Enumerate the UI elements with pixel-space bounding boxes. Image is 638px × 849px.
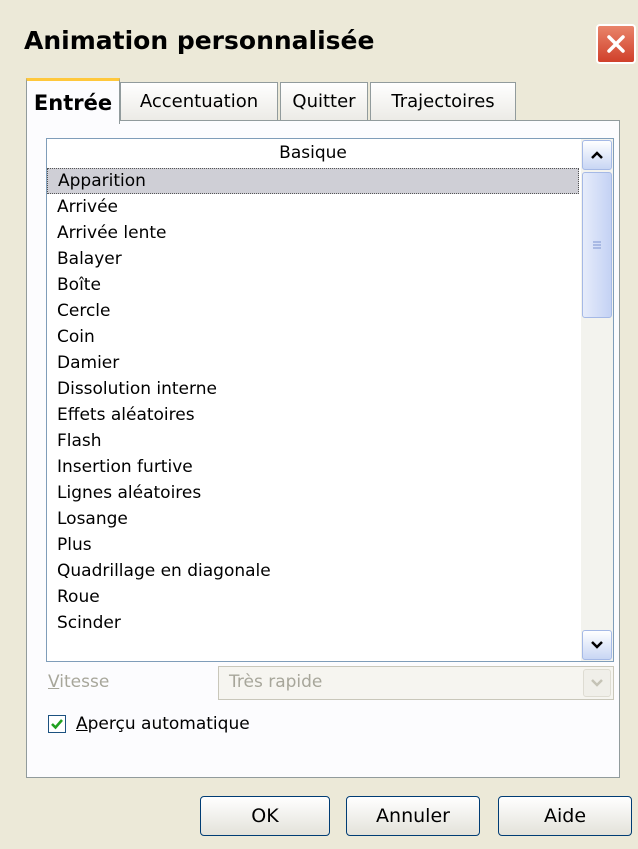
speed-dropdown-button[interactable] xyxy=(583,669,611,697)
tab-label: Trajectoires xyxy=(391,91,495,112)
grip-icon xyxy=(593,241,601,249)
auto-preview-label-accel: A xyxy=(76,714,88,734)
list-item-dissolution-interne[interactable]: Dissolution interne xyxy=(47,376,579,402)
tab-entree[interactable]: Entrée xyxy=(26,78,120,124)
effects-listbox[interactable]: Basique Apparition Arrivée Arrivée lente… xyxy=(46,138,614,662)
list-item-scinder[interactable]: Scinder xyxy=(47,610,579,636)
list-item-apparition[interactable]: Apparition xyxy=(47,168,579,194)
list-item-effets-aleatoires[interactable]: Effets aléatoires xyxy=(47,402,579,428)
speed-label: Vitesse xyxy=(48,672,109,692)
list-item-quadrillage-en-diagonale[interactable]: Quadrillage en diagonale xyxy=(47,558,579,584)
list-group-header: Basique xyxy=(279,143,347,163)
list-scrollbar[interactable] xyxy=(581,139,613,661)
scroll-down-button[interactable] xyxy=(582,630,612,660)
cancel-button-label: Annuler xyxy=(376,805,450,827)
speed-select[interactable]: Très rapide xyxy=(218,666,614,700)
list-item-damier[interactable]: Damier xyxy=(47,350,579,376)
speed-value: Très rapide xyxy=(229,672,323,692)
chevron-down-icon xyxy=(591,641,603,649)
list-item-boite[interactable]: Boîte xyxy=(47,272,579,298)
cancel-button[interactable]: Annuler xyxy=(346,796,480,836)
list-item-losange[interactable]: Losange xyxy=(47,506,579,532)
list-item-roue[interactable]: Roue xyxy=(47,584,579,610)
title-bar[interactable]: Animation personnalisée xyxy=(0,0,638,82)
auto-preview-label-rest: perçu automatique xyxy=(87,714,250,734)
auto-preview-label: Aperçu automatique xyxy=(76,714,250,734)
tab-label: Entrée xyxy=(33,90,113,115)
close-button[interactable] xyxy=(596,24,636,64)
tab-label: Accentuation xyxy=(139,91,259,112)
list-item-lignes-aleatoires[interactable]: Lignes aléatoires xyxy=(47,480,579,506)
list-item-cercle[interactable]: Cercle xyxy=(47,298,579,324)
auto-preview-row[interactable]: Aperçu automatique xyxy=(48,712,250,736)
tab-trajectoires[interactable]: Trajectoires xyxy=(370,82,516,120)
help-button[interactable]: Aide xyxy=(498,796,632,836)
list-item-arrivee[interactable]: Arrivée xyxy=(47,194,579,220)
close-icon xyxy=(607,35,625,53)
scroll-up-button[interactable] xyxy=(582,140,612,170)
auto-preview-checkbox[interactable] xyxy=(48,715,66,733)
help-button-label: Aide xyxy=(543,805,587,827)
list-item-balayer[interactable]: Balayer xyxy=(47,246,579,272)
dialog-window: Animation personnalisée Entrée Accentuat… xyxy=(0,0,638,849)
ok-button[interactable]: OK xyxy=(200,796,330,836)
tab-quitter[interactable]: Quitter xyxy=(280,82,368,120)
chevron-down-icon xyxy=(591,679,603,687)
list-item-plus[interactable]: Plus xyxy=(47,532,579,558)
list-item-arrivee-lente[interactable]: Arrivée lente xyxy=(47,220,579,246)
effects-list: Apparition Arrivée Arrivée lente Balayer… xyxy=(47,168,579,636)
scroll-thumb[interactable] xyxy=(582,172,612,318)
speed-label-accel: V xyxy=(48,672,60,692)
chevron-up-icon xyxy=(591,151,603,159)
checkmark-icon xyxy=(51,719,63,730)
speed-label-rest: itesse xyxy=(59,672,110,692)
ok-button-label: OK xyxy=(251,805,279,827)
dialog-title: Animation personnalisée xyxy=(24,26,375,55)
list-item-coin[interactable]: Coin xyxy=(47,324,579,350)
list-item-insertion-furtive[interactable]: Insertion furtive xyxy=(47,454,579,480)
list-item-flash[interactable]: Flash xyxy=(47,428,579,454)
tab-accentuation[interactable]: Accentuation xyxy=(120,82,278,120)
tab-label: Quitter xyxy=(292,91,356,112)
